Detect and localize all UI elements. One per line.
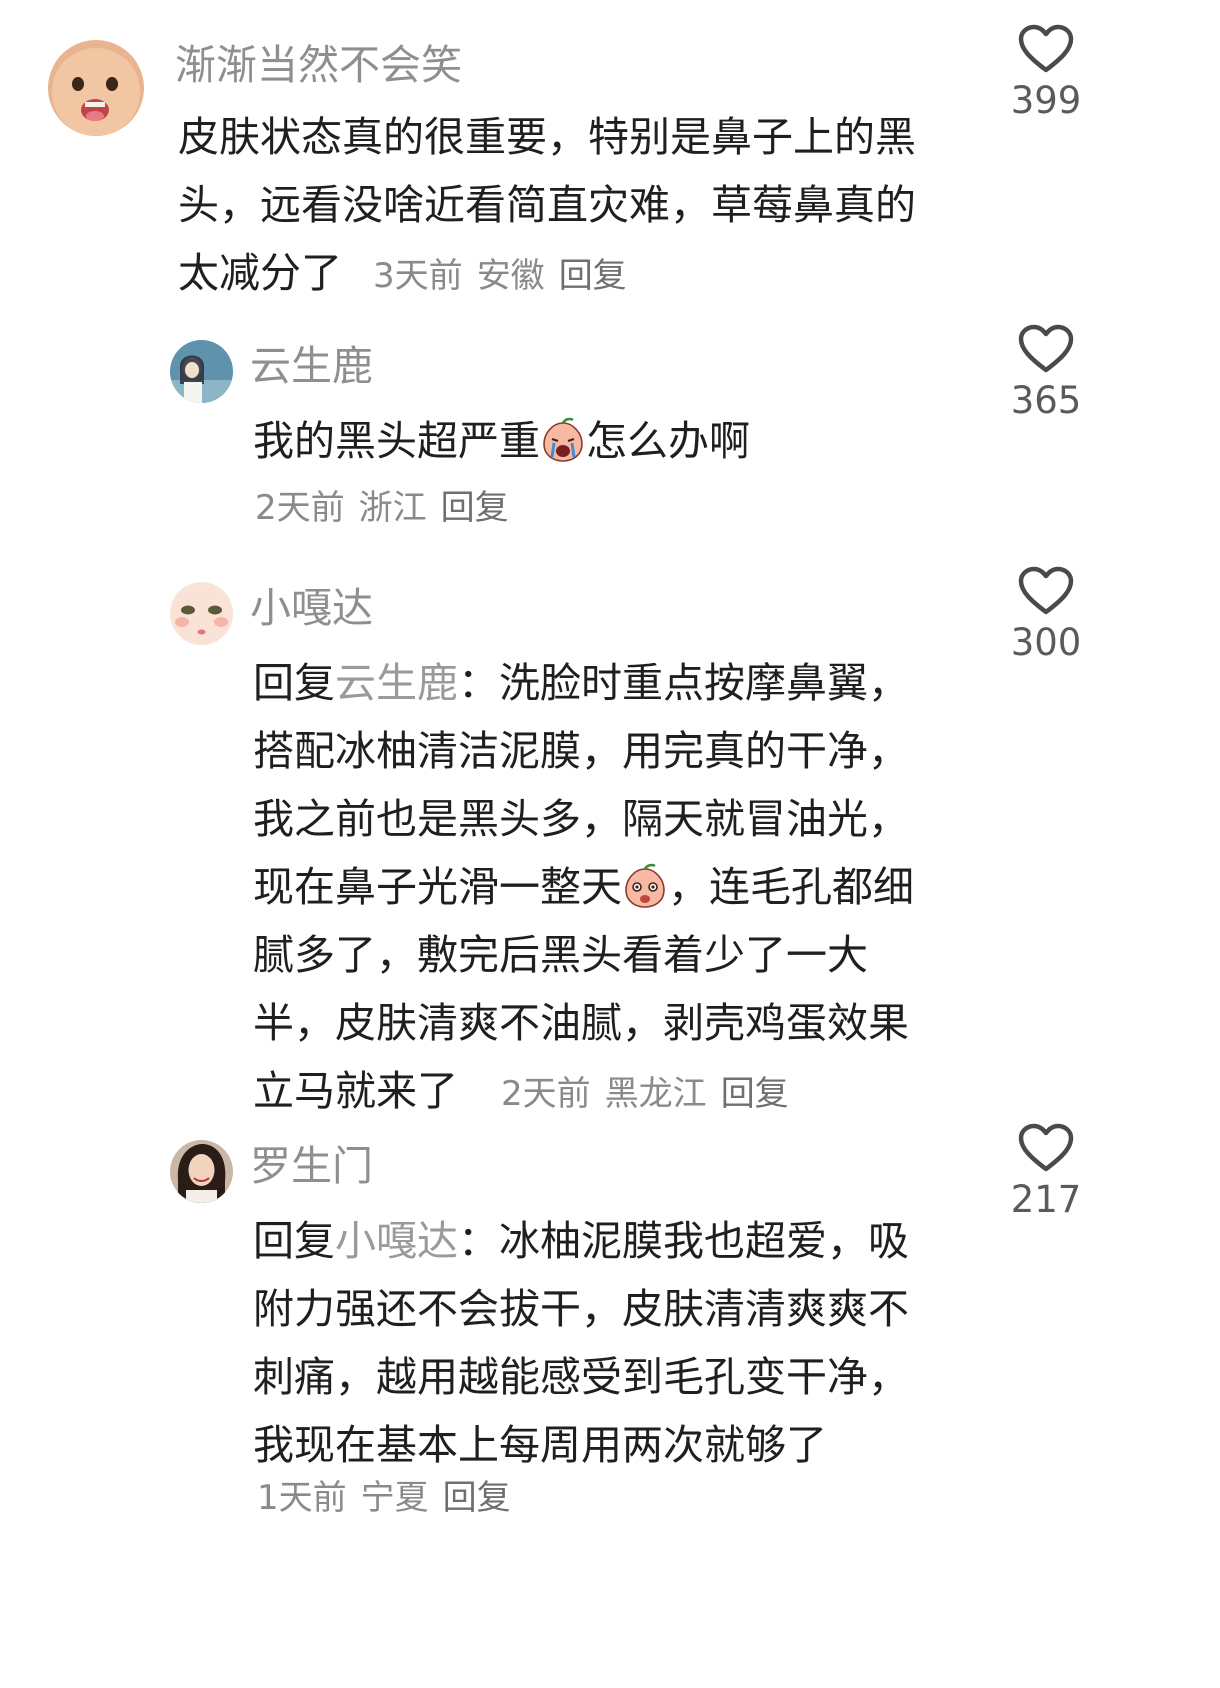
heart-icon [1018, 566, 1074, 615]
comment-text: 皮肤状态真的很重要，特别是鼻子上的黑头，远看没啥近看简直灾难，草莓鼻真的太减分了… [178, 103, 948, 310]
comment-text: 回复小嘎达：冰柚泥膜我也超爱，吸附力强还不会拔干，皮肤清清爽爽不刺痛，越用越能感… [253, 1207, 943, 1479]
baby-face-avatar-icon [48, 40, 144, 136]
mention-link[interactable]: 云生鹿 [335, 659, 458, 707]
comment-location: 宁夏 [360, 1478, 429, 1518]
crying-peach-emoji-icon [543, 417, 583, 462]
reply-colon: ： [458, 659, 499, 707]
reply-colon: ： [458, 1217, 499, 1265]
reply-button[interactable]: 回复 [441, 488, 509, 528]
comment-meta: 3天前 安徽 回复 [373, 256, 627, 296]
like-button[interactable]: 300 [971, 566, 1121, 661]
comment-meta: 2天前 黑龙江 回复 [501, 1074, 789, 1114]
reply-prefix: 回复 [253, 659, 335, 707]
illustrated-girl-avatar-icon [170, 340, 233, 403]
doll-face-avatar-icon [170, 582, 233, 645]
comment-time: 1天前 [257, 1478, 347, 1518]
comment-text: 我的黑头超严重 怎么办啊 [253, 407, 953, 475]
comment-content: 我的黑头超严重 [253, 417, 540, 465]
comment-time: 3天前 [373, 256, 463, 296]
username[interactable]: 云生鹿 [250, 346, 373, 387]
heart-icon [1018, 324, 1074, 373]
comment-content-tail: 怎么办啊 [586, 417, 750, 465]
like-count: 399 [1010, 79, 1082, 122]
comment-meta: 2天前 浙江 回复 [255, 491, 509, 525]
heart-icon [1018, 24, 1074, 73]
like-count: 217 [1010, 1178, 1082, 1221]
reply-button[interactable]: 回复 [721, 1074, 789, 1114]
avatar[interactable] [48, 40, 144, 136]
like-count: 300 [1010, 621, 1082, 664]
comment-meta: 1天前 宁夏 回复 [257, 1481, 511, 1515]
comment-location: 安徽 [476, 256, 545, 296]
avatar[interactable] [170, 582, 233, 645]
reply-prefix: 回复 [253, 1217, 335, 1265]
like-button[interactable]: 365 [971, 324, 1121, 419]
comment-time: 2天前 [501, 1074, 591, 1114]
woman-portrait-avatar-icon [170, 1140, 233, 1203]
shy-peach-emoji-icon [625, 863, 665, 908]
username[interactable]: 小嘎达 [250, 588, 373, 629]
heart-icon [1018, 1123, 1074, 1172]
mention-link[interactable]: 小嘎达 [335, 1217, 458, 1265]
like-count: 365 [1010, 379, 1082, 422]
like-button[interactable]: 217 [971, 1123, 1121, 1218]
avatar[interactable] [170, 1140, 233, 1203]
comment-location: 浙江 [358, 488, 427, 528]
comment-text: 回复云生鹿：洗脸时重点按摩鼻翼，搭配冰柚清洁泥膜，用完真的干净，我之前也是黑头多… [253, 649, 943, 1128]
reply-button[interactable]: 回复 [559, 256, 627, 296]
reply-button[interactable]: 回复 [443, 1478, 511, 1518]
comment-location: 黑龙江 [604, 1074, 707, 1114]
like-button[interactable]: 399 [971, 24, 1121, 119]
comment-time: 2天前 [255, 488, 345, 528]
avatar[interactable] [170, 340, 233, 403]
username[interactable]: 渐渐当然不会笑 [175, 45, 462, 86]
username[interactable]: 罗生门 [250, 1146, 373, 1187]
